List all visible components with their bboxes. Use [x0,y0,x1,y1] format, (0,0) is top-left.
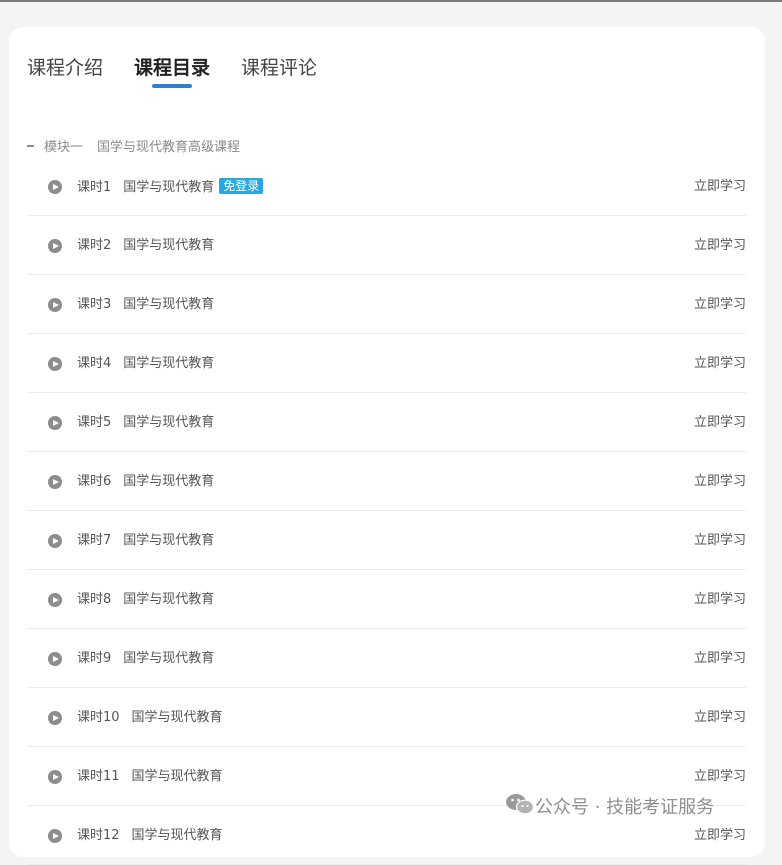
lesson-label: 课时1 国学与现代教育 免登录 [77,178,264,196]
lesson-label: 课时5 国学与现代教育 [77,414,214,431]
study-now-link[interactable]: 立即学习 [694,532,746,549]
lesson-row[interactable]: 课时3 国学与现代教育 立即学习 [28,275,746,334]
lesson-label: 课时10 国学与现代教育 [77,709,223,726]
play-icon[interactable] [48,711,62,725]
lesson-number: 课时5 [77,415,112,430]
study-now-link[interactable]: 立即学习 [694,237,746,254]
module-title: 国学与现代教育高级课程 [97,140,241,155]
lesson-label: 课时11 国学与现代教育 [77,768,223,785]
lesson-number: 课时11 [77,769,120,784]
study-now-link[interactable]: 立即学习 [694,827,746,844]
tab-course-intro[interactable]: 课程介绍 [27,53,103,80]
collapse-icon [27,144,34,147]
lesson-number: 课时6 [77,474,112,489]
study-now-link[interactable]: 立即学习 [694,709,746,726]
lesson-title[interactable]: 国学与现代教育 [123,651,214,666]
watermark: 公众号 · 技能考证服务 [505,793,717,821]
lesson-title[interactable]: 国学与现代教育 [123,297,214,312]
lesson-number: 课时10 [77,710,120,725]
study-now-link[interactable]: 立即学习 [694,178,746,195]
play-icon[interactable] [48,534,62,548]
lesson-title[interactable]: 国学与现代教育 [123,415,214,430]
top-divider [0,0,782,2]
lesson-title[interactable]: 国学与现代教育 [123,238,214,253]
play-icon[interactable] [48,829,62,843]
lesson-label: 课时8 国学与现代教育 [77,591,214,608]
lesson-label: 课时2 国学与现代教育 [77,237,214,254]
play-icon[interactable] [48,239,62,253]
play-icon[interactable] [48,593,62,607]
lesson-list: 课时1 国学与现代教育 免登录 立即学习 课时2 国学与现代教育 立即学习 课时3 国学与现代教… [28,157,746,865]
lesson-number: 课时3 [77,297,112,312]
study-now-link[interactable]: 立即学习 [694,768,746,785]
lesson-label: 课时7 国学与现代教育 [77,532,214,549]
lesson-title[interactable]: 国学与现代教育 [123,356,214,371]
study-now-link[interactable]: 立即学习 [694,355,746,372]
lesson-title[interactable]: 国学与现代教育 [132,710,223,725]
lesson-label: 课时12 国学与现代教育 [77,827,223,844]
lesson-title[interactable]: 国学与现代教育 [123,180,214,195]
active-tab-indicator [152,84,192,88]
lesson-label: 课时4 国学与现代教育 [77,355,214,372]
lesson-title[interactable]: 国学与现代教育 [123,474,214,489]
play-icon[interactable] [48,475,62,489]
lesson-number: 课时1 [77,180,112,195]
lesson-row[interactable]: 课时6 国学与现代教育 立即学习 [28,452,746,511]
play-icon[interactable] [48,652,62,666]
lesson-row[interactable]: 课时2 国学与现代教育 立即学习 [28,216,746,275]
module-header[interactable]: 模块一 国学与现代教育高级课程 [27,136,240,155]
lesson-label: 课时6 国学与现代教育 [77,473,214,490]
lesson-row[interactable]: 课时10 国学与现代教育 立即学习 [28,688,746,747]
course-card: 课程介绍 课程目录 课程评论 模块一 国学与现代教育高级课程 课时1 国学与现代教育… [9,27,765,865]
wechat-icon [506,794,535,815]
study-now-link[interactable]: 立即学习 [694,591,746,608]
lesson-row[interactable]: 课时1 国学与现代教育 免登录 立即学习 [28,157,746,216]
play-icon[interactable] [48,770,62,784]
module-name: 模块一 [44,140,84,155]
play-icon[interactable] [48,180,62,194]
tab-course-catalog[interactable]: 课程目录 [134,53,210,80]
lesson-title[interactable]: 国学与现代教育 [132,828,223,843]
lesson-row[interactable]: 课时4 国学与现代教育 立即学习 [28,334,746,393]
lesson-title[interactable]: 国学与现代教育 [123,533,214,548]
study-now-link[interactable]: 立即学习 [694,414,746,431]
play-icon[interactable] [48,298,62,312]
lesson-number: 课时7 [77,533,112,548]
lesson-title[interactable]: 国学与现代教育 [132,769,223,784]
lesson-label: 课时3 国学与现代教育 [77,296,214,313]
lesson-number: 课时2 [77,238,112,253]
play-icon[interactable] [48,357,62,371]
study-now-link[interactable]: 立即学习 [694,296,746,313]
lesson-row[interactable]: 课时9 国学与现代教育 立即学习 [28,629,746,688]
study-now-link[interactable]: 立即学习 [694,650,746,667]
lesson-title[interactable]: 国学与现代教育 [123,592,214,607]
lesson-number: 课时8 [77,592,112,607]
study-now-link[interactable]: 立即学习 [694,473,746,490]
lesson-number: 课时4 [77,356,112,371]
watermark-text: 公众号 · 技能考证服务 [535,797,715,818]
lesson-row[interactable]: 课时5 国学与现代教育 立即学习 [28,393,746,452]
free-login-badge: 免登录 [219,178,264,194]
lesson-number: 课时9 [77,651,112,666]
lesson-number: 课时12 [77,828,120,843]
play-icon[interactable] [48,416,62,430]
lesson-row[interactable]: 课时7 国学与现代教育 立即学习 [28,511,746,570]
lesson-row[interactable]: 课时8 国学与现代教育 立即学习 [28,570,746,629]
lesson-label: 课时9 国学与现代教育 [77,650,214,667]
tab-course-comments[interactable]: 课程评论 [241,53,317,80]
